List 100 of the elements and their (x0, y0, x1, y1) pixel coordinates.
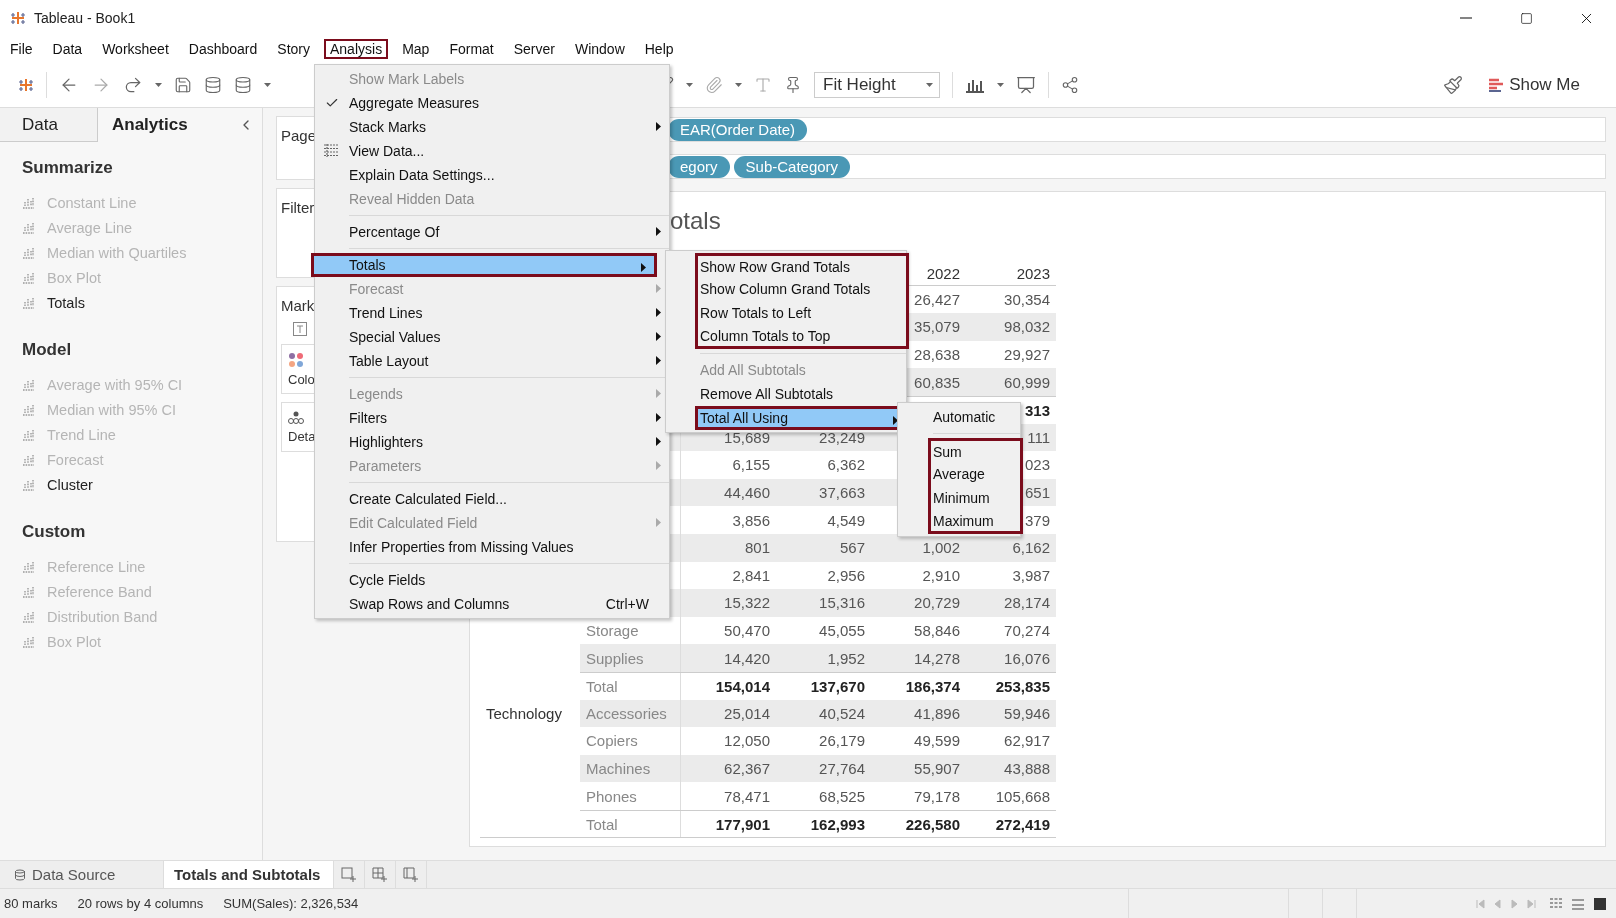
chart-icon (22, 222, 35, 234)
menu-item[interactable]: Row Totals to Left (695, 301, 909, 325)
table-cell-text: 23,249 (819, 427, 865, 448)
share-icon[interactable] (1061, 75, 1079, 94)
check-icon (325, 96, 339, 110)
table-cell-text: 313 (1024, 400, 1050, 421)
table-cell-text: 29,927 (1004, 345, 1050, 366)
status-text: 20 rows by 4 columns (77, 896, 204, 911)
panel-tab[interactable]: Data (0, 108, 98, 142)
menu-bar-item[interactable]: Analysis (324, 39, 389, 59)
database-icon[interactable] (204, 75, 222, 94)
menu-bar-item[interactable]: Map (396, 39, 436, 59)
presentation-icon[interactable] (1016, 74, 1036, 95)
table-cell-text: 60,835 (914, 372, 960, 393)
menu-bar-item[interactable]: File (4, 39, 39, 59)
chart-icon (22, 197, 35, 209)
chart-icon (22, 454, 35, 466)
table-cell-text: 60,999 (1004, 372, 1050, 393)
menu-item[interactable]: Average (928, 462, 1023, 486)
bars-icon (1489, 77, 1504, 92)
menu-bar-item[interactable]: Window (568, 39, 631, 59)
show-me-button[interactable]: Show Me (1483, 73, 1586, 96)
menu-item[interactable]: Maximum (928, 510, 1023, 534)
table-cell-text: 226,580 (905, 814, 960, 835)
paintbrush-icon[interactable] (1443, 74, 1464, 95)
table-cell-text: 2,956 (827, 565, 865, 586)
table-cell-text: 253,835 (995, 676, 1050, 697)
view-title: otals (670, 207, 721, 235)
table-cell: Total (580, 672, 681, 700)
single-view-icon[interactable] (1594, 897, 1606, 910)
caret-icon[interactable] (686, 82, 693, 87)
table-cell: Phones (580, 782, 681, 810)
submenu-arrow-icon (656, 389, 661, 398)
menu-item[interactable]: Infer Properties from Missing Values (315, 535, 669, 559)
chart-icon (22, 611, 35, 623)
submenu-arrow-icon (641, 263, 646, 272)
menu-item[interactable]: View Data... (315, 139, 669, 163)
menu-bar-item[interactable]: Server (507, 39, 561, 59)
menu-bar-item[interactable]: Data (46, 39, 89, 59)
menu-item[interactable]: Aggregate Measures (315, 91, 669, 115)
table-cell-text: 272,419 (995, 814, 1050, 835)
menu-bar-item[interactable]: Format (443, 39, 500, 59)
menu-item[interactable]: Percentage Of (315, 220, 669, 244)
table-cell-text: 70,274 (1004, 621, 1050, 641)
menu-item[interactable]: Cycle Fields (315, 568, 669, 592)
table-cell-text: 27,764 (819, 759, 865, 779)
menu-item[interactable]: Swap Rows and Columns Ctrl+W (315, 592, 669, 616)
menu-item[interactable]: Show Row Grand Totals (695, 253, 909, 277)
submenu-arrow-icon (656, 308, 661, 317)
analytics-item[interactable]: Cluster (22, 472, 262, 498)
table-cell-text: 2,910 (922, 565, 960, 586)
table-cell-text: 567 (839, 538, 865, 559)
table-cell-text: 98,032 (1004, 317, 1050, 338)
caret-icon[interactable] (264, 82, 271, 87)
menu-item[interactable]: Show Column Grand Totals (695, 277, 909, 301)
caret-icon[interactable] (926, 82, 933, 87)
database-icon (14, 868, 26, 881)
table-cell-text: 15,689 (724, 427, 770, 448)
save-icon[interactable] (174, 75, 192, 94)
menu-bar-item[interactable]: Worksheet (96, 39, 175, 59)
submenu-arrow-icon (656, 413, 661, 422)
menu-item[interactable]: Remove All Subtotals (666, 382, 906, 406)
chart-icon (22, 404, 35, 416)
menu-item[interactable]: Create Calculated Field... (315, 487, 669, 511)
table-cell-text: 79,178 (914, 786, 960, 807)
paperclip-icon[interactable] (705, 75, 723, 94)
menu-bar-item[interactable]: Help (638, 39, 680, 59)
submenu-arrow-icon (656, 518, 661, 527)
pin-icon[interactable] (784, 75, 802, 94)
fit-dropdown[interactable]: Fit Height (814, 71, 940, 98)
table-cell-text: 6,362 (827, 455, 865, 476)
menu-bar-item[interactable]: Story (271, 39, 316, 59)
caret-icon[interactable] (735, 82, 742, 87)
menu-item[interactable]: Explain Data Settings... (315, 163, 669, 187)
table-cell-text: 023 (1024, 455, 1050, 476)
menu-item[interactable]: Totals (311, 253, 657, 277)
menu-item[interactable]: Column Totals to Top (695, 325, 909, 349)
submenu-arrow-icon (656, 461, 661, 470)
menu-item[interactable]: Minimum (928, 486, 1023, 510)
table-cell-text: 55,907 (914, 759, 960, 779)
menu-item[interactable]: Sum (928, 438, 1023, 462)
menu-item[interactable]: Trend Lines (315, 301, 669, 325)
sheet-tab[interactable]: Totals and Subtotals (164, 860, 334, 889)
chart-icon (22, 561, 35, 573)
text-icon (293, 322, 307, 336)
app-logo-icon (10, 10, 26, 26)
chart-icon (22, 429, 35, 441)
menu-bar-item[interactable]: Dashboard (182, 39, 264, 59)
table-cell-text: 4,549 (827, 510, 865, 531)
book-plus-icon (403, 866, 419, 883)
database-icon[interactable] (234, 75, 252, 94)
caret-icon[interactable] (997, 82, 1004, 87)
caret-icon[interactable] (155, 82, 162, 87)
table-cell-text: 162,993 (810, 814, 865, 835)
table-cell-text: 50,470 (724, 621, 770, 641)
asterisk-icon[interactable] (18, 76, 34, 93)
table-cell-text: 68,525 (819, 786, 865, 807)
analytics-item[interactable]: Totals (22, 290, 262, 316)
menu-item[interactable]: Stack Marks (315, 115, 669, 139)
table-cell-text: 379 (1024, 510, 1050, 531)
